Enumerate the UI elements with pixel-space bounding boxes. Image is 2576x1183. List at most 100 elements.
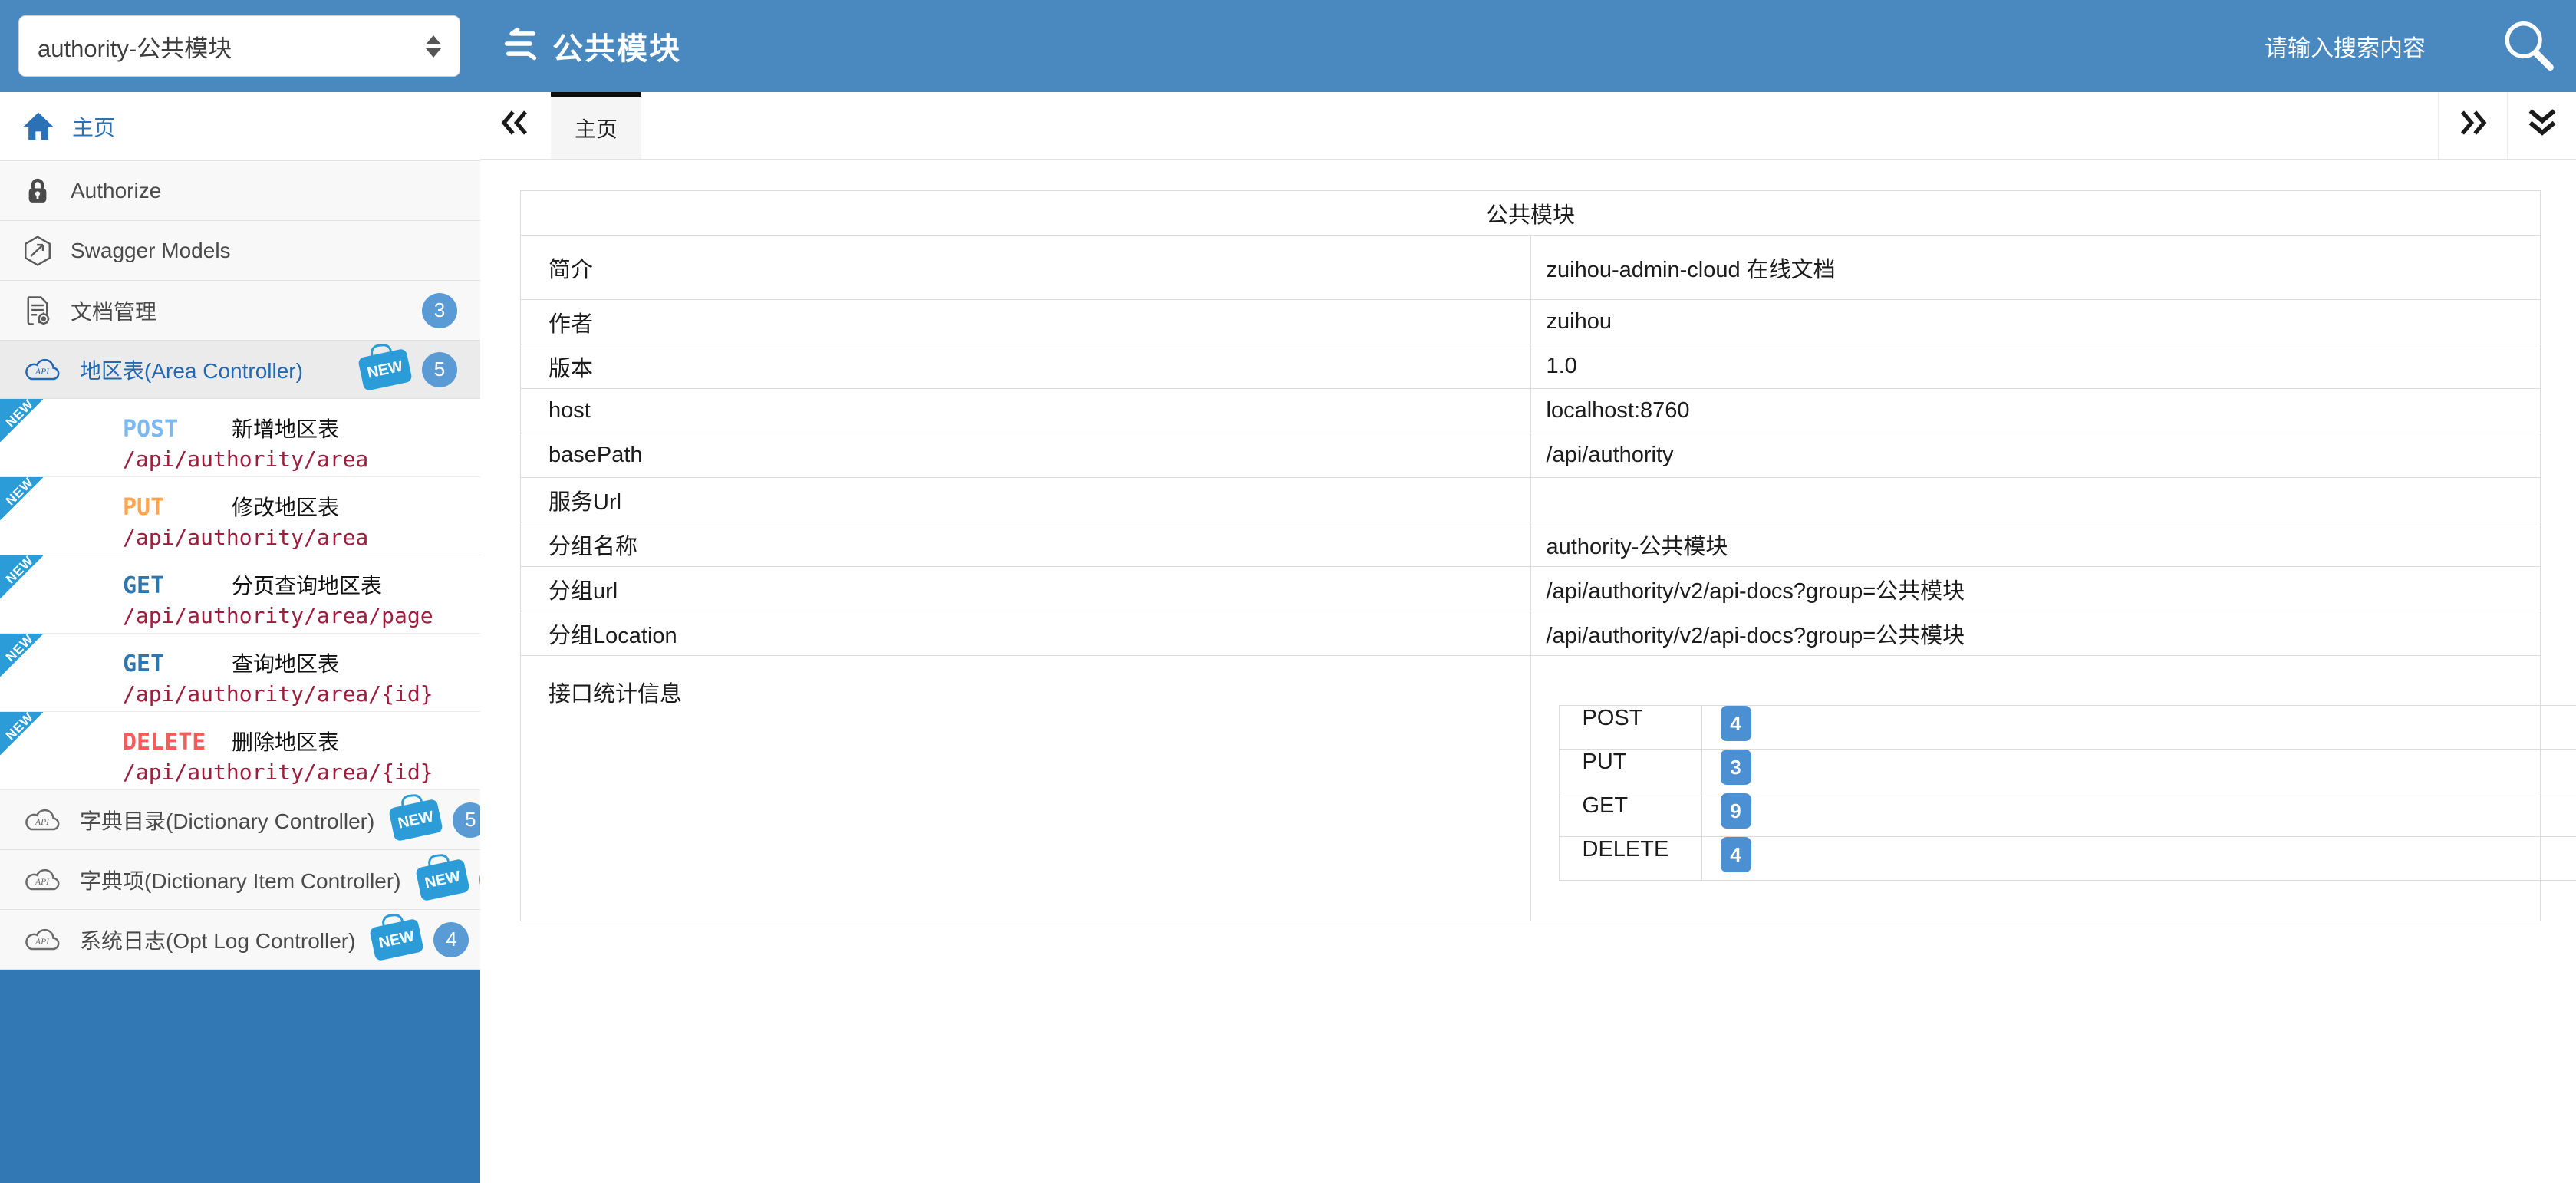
sidebar-item-doc-manage[interactable]: 文档管理 3 bbox=[0, 281, 480, 341]
tabs-menu-button[interactable] bbox=[2507, 92, 2576, 159]
tabs-scroll-left-button[interactable] bbox=[480, 92, 549, 159]
sidebar-item-label: 字典目录(Dictionary Controller) bbox=[80, 805, 374, 835]
tabs-scroll-right-button[interactable] bbox=[2438, 92, 2507, 159]
info-row: 简介zuihou-admin-cloud 在线文档 bbox=[521, 236, 2541, 300]
stats-table-row: POST 4 bbox=[1559, 706, 2576, 750]
sidebar-item-meta: 3 bbox=[422, 293, 457, 328]
stats-method-label: GET bbox=[1559, 793, 1701, 837]
stats-count-badge: 4 bbox=[1721, 706, 1751, 741]
operation-path: /api/authority/area bbox=[123, 447, 368, 472]
api-cloud-icon: API bbox=[21, 926, 63, 953]
sidebar-item-swagger-models[interactable]: Swagger Models bbox=[0, 221, 480, 281]
operation-name: 查询地区表 bbox=[232, 648, 339, 678]
api-cloud-icon: API bbox=[21, 356, 63, 383]
info-row-label: 服务Url bbox=[521, 478, 1531, 522]
sidebar: 主页Authorize Swagger Models 文档管理 3 API 地区表(Are… bbox=[0, 92, 480, 1183]
count-badge: 3 bbox=[422, 293, 457, 328]
double-chevron-right-icon bbox=[2457, 108, 2489, 143]
info-row: 服务Url bbox=[521, 478, 2541, 522]
info-row-value: /api/authority/v2/api-docs?group=公共模块 bbox=[1530, 611, 2541, 656]
operation-item-delete[interactable]: NEW DELETE删除地区表/api/authority/area/{id} bbox=[0, 712, 480, 790]
group-select[interactable]: authority-公共模块 bbox=[18, 15, 460, 77]
lock-icon bbox=[21, 175, 54, 207]
new-tag: NEW bbox=[388, 798, 443, 841]
sidebar-item-label: 文档管理 bbox=[71, 295, 156, 326]
operation-item-get[interactable]: NEWGET分页查询地区表/api/authority/area/page bbox=[0, 555, 480, 634]
info-row: basePath/api/authority bbox=[521, 433, 2541, 478]
stats-table-row: GET 9 bbox=[1559, 793, 2576, 837]
search-icon[interactable] bbox=[2499, 17, 2558, 75]
info-row-value: localhost:8760 bbox=[1530, 389, 2541, 433]
new-ribbon: NEW bbox=[0, 399, 43, 442]
http-method-label: PUT bbox=[123, 494, 232, 521]
stats-count-badge: 9 bbox=[1721, 793, 1751, 829]
info-row-value: /api/authority bbox=[1530, 433, 2541, 478]
api-cloud-icon: API bbox=[21, 806, 63, 833]
count-badge: 5 bbox=[422, 352, 457, 387]
home-icon bbox=[21, 110, 55, 143]
sidebar-item-meta: NEW5 bbox=[391, 802, 480, 838]
new-ribbon: NEW bbox=[0, 712, 43, 755]
operation-item-get[interactable]: NEWGET查询地区表/api/authority/area/{id} bbox=[0, 634, 480, 712]
http-method-label: DELETE bbox=[123, 729, 232, 756]
svg-text:API: API bbox=[35, 877, 50, 887]
double-chevron-left-icon bbox=[499, 108, 531, 143]
brand: 公共模块 bbox=[502, 0, 681, 92]
http-method-label: GET bbox=[123, 651, 232, 677]
tab-home[interactable]: 主页 bbox=[551, 92, 641, 159]
operation-name: 修改地区表 bbox=[232, 491, 339, 522]
group-select-value: authority-公共模块 bbox=[38, 29, 426, 64]
info-row: 分组url/api/authority/v2/api-docs?group=公共… bbox=[521, 567, 2541, 611]
new-tag: NEW bbox=[357, 348, 413, 390]
operation-path: /api/authority/area/page bbox=[123, 603, 433, 628]
info-row-value: /api/authority/v2/api-docs?group=公共模块 bbox=[1530, 567, 2541, 611]
stats-method-label: POST bbox=[1559, 706, 1701, 750]
sidebar-item-dictionary-item-controller[interactable]: API 字典项(Dictionary Item Controller) NEW6 bbox=[0, 850, 480, 910]
operation-path: /api/authority/area bbox=[123, 525, 368, 550]
sidebar-item-area-controller[interactable]: API地区表(Area Controller)NEW5 bbox=[0, 341, 480, 399]
info-row-label: 作者 bbox=[521, 300, 1531, 344]
operation-item-post[interactable]: NEWPOST新增地区表/api/authority/area bbox=[0, 399, 480, 477]
info-row: 作者zuihou bbox=[521, 300, 2541, 344]
sidebar-item-authorize[interactable]: Authorize bbox=[0, 161, 480, 221]
stats-count-cell: 4 bbox=[1701, 706, 2576, 750]
info-row-label: 分组url bbox=[521, 567, 1531, 611]
sidebar-item-label: Swagger Models bbox=[71, 239, 231, 263]
models-icon bbox=[21, 235, 54, 267]
info-row: 分组名称authority-公共模块 bbox=[521, 522, 2541, 567]
search-placeholder-text[interactable]: 请输入搜索内容 bbox=[2265, 29, 2426, 63]
operation-path: /api/authority/area/{id} bbox=[123, 760, 433, 785]
sidebar-item-label: 地区表(Area Controller) bbox=[80, 354, 303, 385]
info-row-value: authority-公共模块 bbox=[1530, 522, 2541, 567]
stats-count-badge: 3 bbox=[1721, 750, 1751, 785]
info-row-value: 1.0 bbox=[1530, 344, 2541, 389]
info-row-label: 版本 bbox=[521, 344, 1531, 389]
sidebar-item-opt-log-controller[interactable]: API系统日志(Opt Log Controller)NEW4 bbox=[0, 910, 480, 970]
tab-strip: 主页 bbox=[480, 92, 2576, 160]
info-row: 版本1.0 bbox=[521, 344, 2541, 389]
stats-count-cell: 4 bbox=[1701, 837, 2576, 881]
header-search: 请输入搜索内容 bbox=[2265, 0, 2576, 92]
sidebar-item-label: 字典项(Dictionary Item Controller) bbox=[80, 865, 401, 895]
stats-value-cell: POST4PUT3GET9DELETE4 bbox=[1530, 656, 2541, 921]
svg-text:API: API bbox=[35, 817, 50, 827]
tabstrip-spacer bbox=[641, 92, 2438, 159]
top-header: authority-公共模块 公共模块 请输入搜索内容 bbox=[0, 0, 2576, 92]
stats-table-row: DELETE4 bbox=[1559, 837, 2576, 881]
stats-method-label: PUT bbox=[1559, 750, 1701, 793]
operation-item-put[interactable]: NEWPUT修改地区表/api/authority/area bbox=[0, 477, 480, 555]
operation-name: 删除地区表 bbox=[232, 726, 339, 756]
operation-name: 分页查询地区表 bbox=[232, 569, 382, 600]
module-info-table: 公共模块简介zuihou-admin-cloud 在线文档作者zuihou版本1… bbox=[520, 190, 2541, 921]
count-badge: 5 bbox=[453, 802, 480, 838]
sidebar-item-meta: NEW6 bbox=[418, 862, 480, 898]
info-row-label: 分组Location bbox=[521, 611, 1531, 656]
method-stats-table: POST4PUT3GET9DELETE4 bbox=[1559, 705, 2576, 881]
sidebar-item-home[interactable]: 主页 bbox=[0, 92, 480, 161]
stats-method-label: DELETE bbox=[1559, 837, 1701, 881]
sidebar-item-meta: NEW5 bbox=[361, 352, 457, 387]
info-row-label: basePath bbox=[521, 433, 1531, 478]
sidebar-item-dictionary-controller[interactable]: API字典目录(Dictionary Controller)NEW5 bbox=[0, 790, 480, 850]
api-cloud-icon: API bbox=[21, 866, 63, 893]
operation-path: /api/authority/area/{id} bbox=[123, 681, 433, 707]
